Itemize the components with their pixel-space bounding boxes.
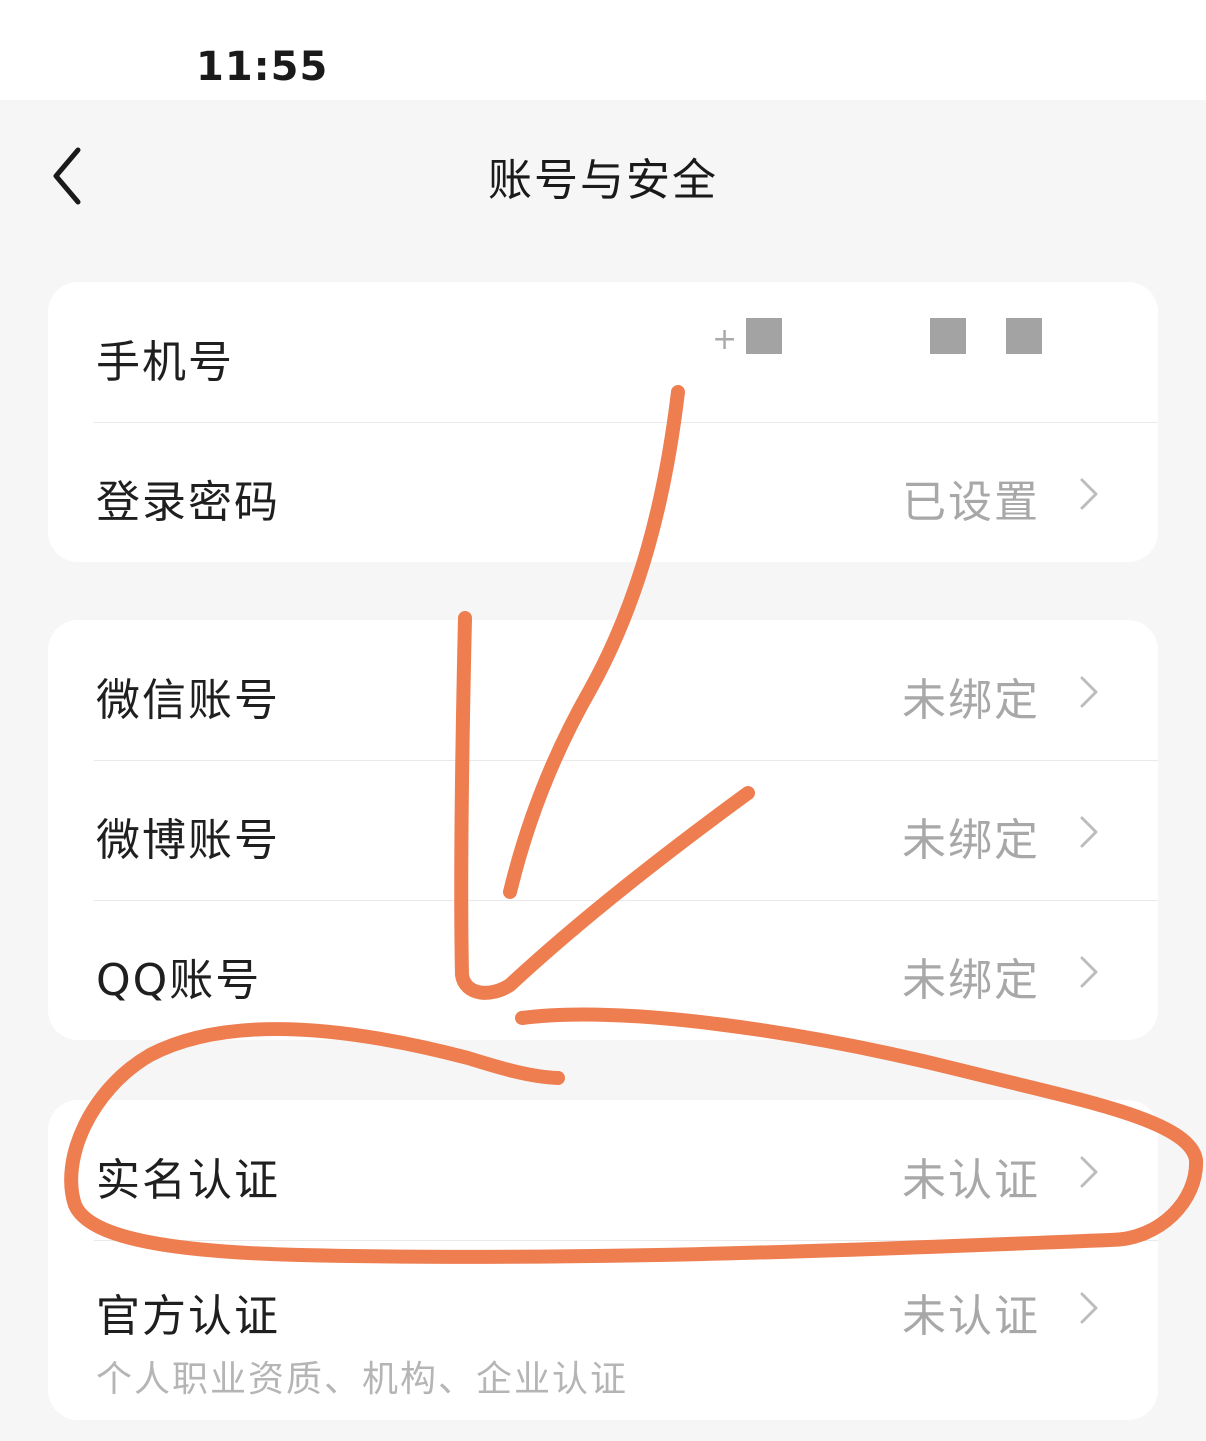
row-value: 未认证 <box>902 1155 1040 1206</box>
status-time: 11:55 <box>196 44 329 90</box>
row-weibo[interactable]: 微博账号 未绑定 <box>48 760 1158 900</box>
redaction-mask <box>1006 318 1042 354</box>
row-label: 微博账号 <box>96 815 280 866</box>
chevron-right-icon <box>1080 1156 1098 1188</box>
row-phone[interactable]: 手机号 + <box>48 282 1158 422</box>
row-value: 未认证 <box>902 1291 1040 1342</box>
row-official-verification[interactable]: 官方认证 未认证 个人职业资质、机构、企业认证 <box>48 1240 1158 1420</box>
row-value: 已设置 <box>902 477 1040 528</box>
status-bar: 11:55 <box>0 0 1206 100</box>
row-value: 未绑定 <box>902 675 1040 726</box>
verification-card: 实名认证 未认证 官方认证 未认证 个人职业资质、机构、企业认证 <box>48 1100 1158 1420</box>
redaction-mask <box>746 318 782 354</box>
row-label: 登录密码 <box>96 477 280 528</box>
page-title: 账号与安全 <box>488 155 718 206</box>
row-wechat[interactable]: 微信账号 未绑定 <box>48 620 1158 760</box>
phone-prefix: + <box>712 322 738 357</box>
row-value: 未绑定 <box>902 815 1040 866</box>
chevron-right-icon <box>1080 1292 1098 1324</box>
account-card: 手机号 + 登录密码 已设置 <box>48 282 1158 562</box>
redaction-mask <box>930 318 966 354</box>
row-label: 微信账号 <box>96 675 280 726</box>
chevron-right-icon <box>1080 816 1098 848</box>
phone-masked-value: + <box>708 318 1048 368</box>
chevron-right-icon <box>1080 478 1098 510</box>
binding-card: 微信账号 未绑定 微博账号 未绑定 QQ账号 未绑定 <box>48 620 1158 1040</box>
nav-bar: 账号与安全 <box>0 100 1206 240</box>
row-label: QQ账号 <box>96 955 262 1006</box>
row-label: 实名认证 <box>96 1155 280 1206</box>
row-label: 官方认证 <box>96 1291 280 1342</box>
chevron-right-icon <box>1080 956 1098 988</box>
row-login-password[interactable]: 登录密码 已设置 <box>48 422 1158 562</box>
row-label: 手机号 <box>96 337 234 388</box>
row-subtitle: 个人职业资质、机构、企业认证 <box>96 1359 629 1400</box>
chevron-right-icon <box>1080 676 1098 708</box>
row-value: 未绑定 <box>902 955 1040 1006</box>
row-qq[interactable]: QQ账号 未绑定 <box>48 900 1158 1040</box>
row-real-name-verification[interactable]: 实名认证 未认证 <box>48 1100 1158 1240</box>
